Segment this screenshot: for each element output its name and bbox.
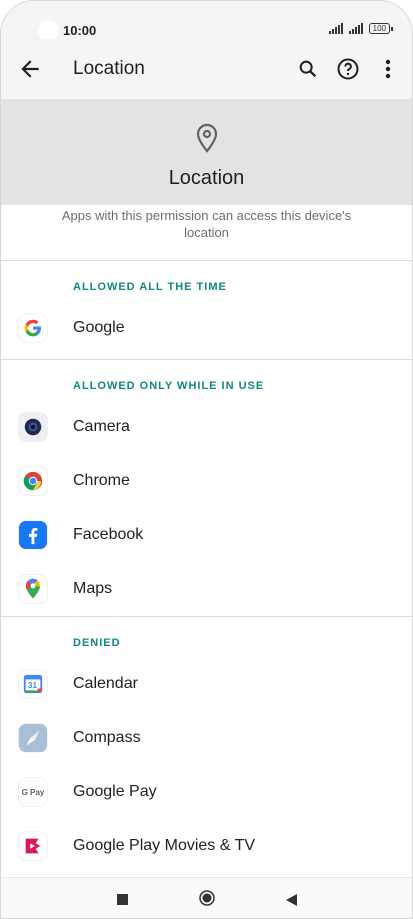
app-row-play-movies[interactable]: Google Play Movies & TV bbox=[1, 819, 412, 873]
app-row-camera[interactable]: Camera bbox=[1, 400, 412, 454]
back-triangle-icon bbox=[286, 894, 297, 906]
signal-icon bbox=[328, 23, 343, 34]
gpay-text: G Pay bbox=[21, 787, 45, 797]
signal-icon-2 bbox=[348, 23, 363, 34]
location-pin-icon bbox=[196, 123, 218, 153]
status-bar: 10:00 100 bbox=[1, 1, 412, 41]
more-options-button[interactable] bbox=[374, 55, 402, 83]
status-time: 10:00 bbox=[63, 23, 97, 38]
app-row-facebook[interactable]: Facebook bbox=[1, 508, 412, 562]
calendar-icon: 31 bbox=[19, 670, 47, 698]
app-name: Google Pay bbox=[73, 783, 157, 800]
arrow-back-icon bbox=[21, 60, 39, 78]
app-name: Facebook bbox=[73, 526, 144, 543]
section-header-denied: DENIED bbox=[73, 637, 121, 649]
app-row-calendar[interactable]: 31 Calendar bbox=[1, 657, 412, 711]
page-title: Location bbox=[73, 58, 145, 79]
camera-icon bbox=[19, 413, 47, 441]
facebook-icon bbox=[19, 521, 47, 549]
app-row-google-pay[interactable]: G Pay Google Pay bbox=[1, 765, 412, 819]
back-button[interactable] bbox=[17, 56, 43, 82]
chrome-icon bbox=[19, 467, 47, 495]
home-button[interactable] bbox=[199, 890, 215, 911]
section-header-allowed-all-time: ALLOWED ALL THE TIME bbox=[73, 281, 227, 293]
google-pay-icon: G Pay bbox=[19, 778, 47, 806]
app-name: Google bbox=[73, 319, 125, 336]
google-icon bbox=[19, 314, 47, 342]
help-icon bbox=[337, 58, 359, 80]
navigation-bar bbox=[1, 877, 412, 918]
section-header-while-in-use: ALLOWED ONLY WHILE IN USE bbox=[73, 380, 265, 392]
app-row-chrome[interactable]: Chrome bbox=[1, 454, 412, 508]
app-bar: Location bbox=[1, 39, 412, 99]
search-icon bbox=[299, 60, 317, 78]
app-name: Camera bbox=[73, 418, 130, 435]
front-camera-cutout bbox=[38, 20, 59, 41]
permission-title: Location bbox=[168, 167, 245, 189]
home-icon bbox=[199, 890, 215, 906]
app-name: Compass bbox=[73, 729, 141, 746]
calendar-day-label: 31 bbox=[28, 681, 37, 690]
play-movies-icon bbox=[19, 832, 47, 860]
app-name: Calendar bbox=[73, 675, 138, 692]
app-row-google[interactable]: Google bbox=[1, 301, 412, 355]
help-button[interactable] bbox=[334, 55, 362, 83]
recents-button[interactable] bbox=[117, 894, 128, 905]
app-name: Google Play Movies & TV bbox=[73, 837, 256, 854]
maps-icon bbox=[19, 575, 47, 603]
search-button[interactable] bbox=[294, 55, 322, 83]
permission-header: Location bbox=[1, 99, 412, 205]
app-row-maps[interactable]: Maps bbox=[1, 562, 412, 616]
app-name: Maps bbox=[73, 580, 113, 597]
back-nav-button[interactable] bbox=[286, 893, 298, 911]
app-name: Chrome bbox=[73, 472, 130, 489]
app-row-compass[interactable]: Compass bbox=[1, 711, 412, 765]
compass-icon bbox=[19, 724, 47, 752]
phone-screen: 10:00 100 Location Location Apps with th… bbox=[0, 0, 413, 919]
more-vert-icon bbox=[385, 59, 391, 79]
battery-icon: 100 bbox=[368, 23, 394, 34]
permission-description: Apps with this permission can access thi… bbox=[61, 208, 352, 240]
